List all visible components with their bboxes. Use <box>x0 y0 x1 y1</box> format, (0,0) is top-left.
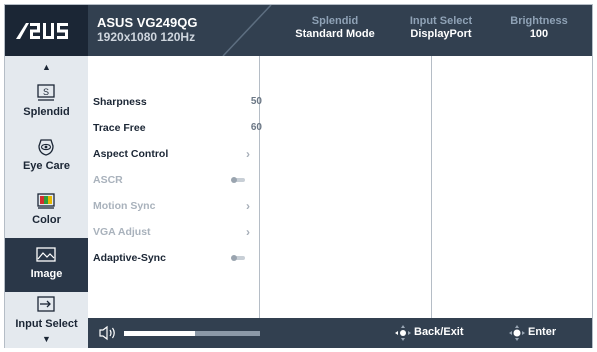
menu-item-sharpness[interactable]: Sharpness 50 <box>93 89 263 115</box>
toggle-switch <box>231 177 245 183</box>
eye-icon <box>38 139 54 156</box>
speaker-icon <box>99 325 115 341</box>
header-stat-splendid: Splendid Standard Mode <box>295 15 375 40</box>
footer-bar: Back/Exit Enter <box>88 318 592 348</box>
image-icon <box>36 247 56 262</box>
category-sidebar: ▲ S Splendid Eye Care Color Image Input … <box>5 56 88 348</box>
menu-item-trace-free[interactable]: Trace Free 60 <box>93 115 263 141</box>
menu-item-aspect-control[interactable]: Aspect Control › <box>93 141 263 167</box>
joystick-back-icon <box>395 325 411 341</box>
sidebar-item-splendid[interactable]: S Splendid <box>5 76 88 130</box>
header-stat-input: Input Select DisplayPort <box>409 15 473 40</box>
scroll-down-icon[interactable]: ▼ <box>5 334 88 344</box>
menu-item-label: ASCR <box>93 174 123 186</box>
menu-item-label: Sharpness <box>93 96 147 108</box>
sidebar-item-color[interactable]: Color <box>5 184 88 238</box>
sidebar-item-image[interactable]: Image <box>5 238 88 292</box>
menu-item-label: Aspect Control <box>93 148 169 160</box>
osd-frame: ASUS VG249QG 1920x1080 120Hz Splendid St… <box>4 4 593 348</box>
scroll-up-icon[interactable]: ▲ <box>5 62 88 72</box>
sidebar-item-label: Input Select <box>15 318 78 330</box>
menu-item-label: Trace Free <box>93 122 146 134</box>
sidebar-item-label: Eye Care <box>22 160 71 172</box>
enter-label[interactable]: Enter <box>528 326 556 338</box>
joystick-enter-icon <box>509 325 525 341</box>
toggle-switch[interactable] <box>231 255 245 261</box>
header-bar: ASUS VG249QG 1920x1080 120Hz Splendid St… <box>5 5 592 56</box>
volume-slider[interactable] <box>124 331 260 336</box>
header-stat-brightness: Brightness 100 <box>510 15 568 40</box>
menu-item-adaptive-sync[interactable]: Adaptive-Sync <box>93 245 263 271</box>
sidebar-item-label: Image <box>30 268 63 280</box>
value-column <box>431 56 592 318</box>
volume-fill <box>124 331 195 336</box>
menu-item-label: VGA Adjust <box>93 226 151 238</box>
menu-item-value: 60 <box>250 122 262 133</box>
chevron-right-icon: › <box>246 225 250 239</box>
sidebar-item-label: Color <box>32 214 61 226</box>
submenu-column <box>259 56 431 318</box>
menu-item-ascr: ASCR <box>93 167 263 193</box>
menu-item-label: Motion Sync <box>93 200 156 212</box>
menu-item-motion-sync: Motion Sync › <box>93 193 263 219</box>
svg-text:S: S <box>43 87 49 97</box>
input-select-icon <box>37 296 55 312</box>
chevron-right-icon: › <box>246 199 250 213</box>
color-bars-icon <box>37 193 55 209</box>
back-exit-label[interactable]: Back/Exit <box>414 326 464 338</box>
splendid-icon: S <box>37 84 55 101</box>
menu-item-vga-adjust: VGA Adjust › <box>93 219 263 245</box>
sidebar-item-label: Splendid <box>23 106 70 118</box>
menu-item-label: Adaptive-Sync <box>93 252 166 264</box>
sidebar-item-input-select[interactable]: Input Select <box>5 288 88 336</box>
sidebar-item-eye-care[interactable]: Eye Care <box>5 130 88 184</box>
menu-item-value: 50 <box>250 96 262 107</box>
chevron-right-icon: › <box>246 147 250 161</box>
